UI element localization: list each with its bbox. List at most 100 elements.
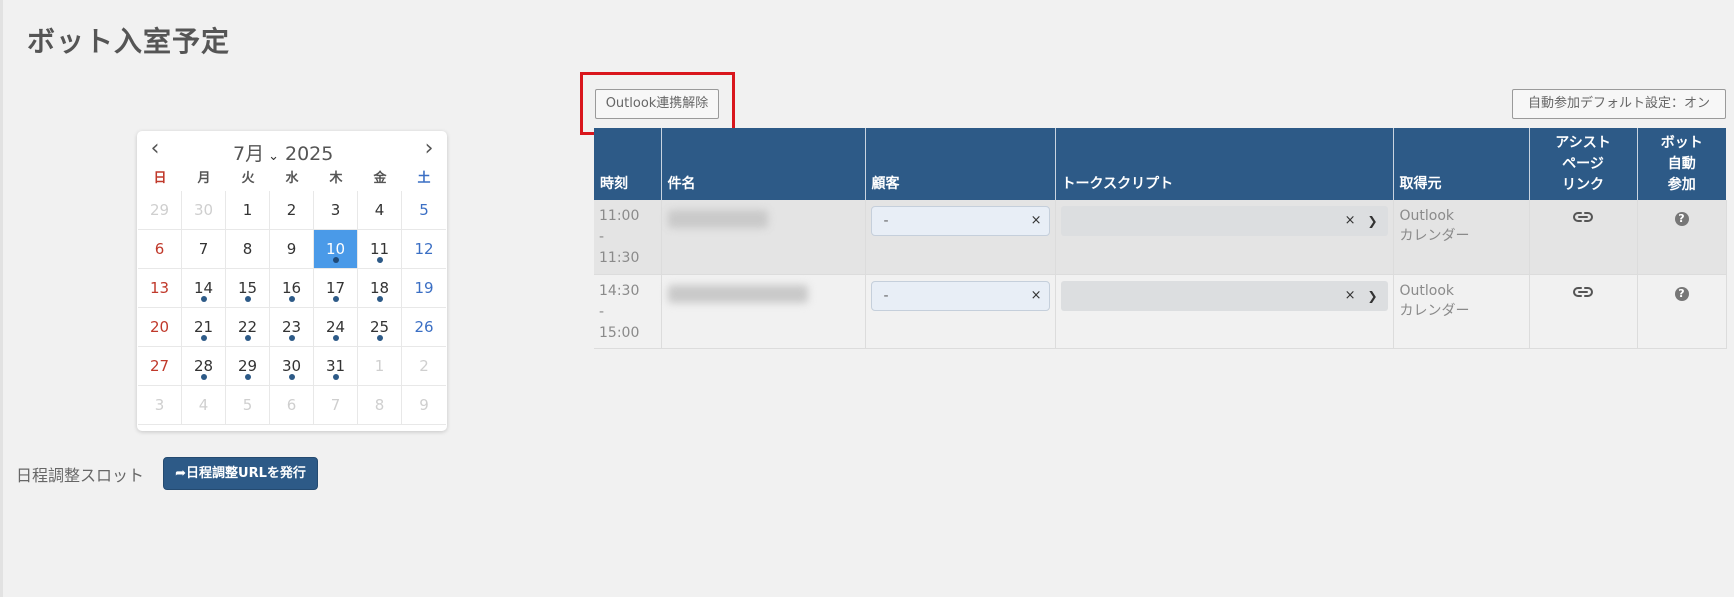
event-dot-icon xyxy=(200,296,207,302)
calendar-day[interactable]: 6 xyxy=(138,230,182,269)
chevron-down-icon: ⌄ xyxy=(268,149,279,164)
calendar-day[interactable]: 10 xyxy=(314,230,358,269)
clear-icon[interactable]: × xyxy=(1345,281,1356,311)
bot-auto-join-cell: ? xyxy=(1637,274,1727,349)
redacted-subject xyxy=(667,284,808,303)
event-dot-icon xyxy=(244,335,251,341)
issue-schedule-url-button[interactable]: ➦日程調整URLを発行 xyxy=(163,457,318,490)
time-cell: 14:30 - 15:00 xyxy=(594,274,662,349)
calendar-day[interactable]: 16 xyxy=(270,269,314,308)
calendar-day[interactable]: 1 xyxy=(226,191,270,230)
calendar-day-number: 10 xyxy=(325,240,346,258)
calendar-day-number: 30 xyxy=(193,201,214,219)
calendar-day[interactable]: 20 xyxy=(138,308,182,347)
calendar-day[interactable]: 18 xyxy=(358,269,402,308)
calendar-day[interactable]: 21 xyxy=(182,308,226,347)
calendar-day[interactable]: 14 xyxy=(182,269,226,308)
calendar-day[interactable]: 29 xyxy=(138,191,182,230)
question-icon[interactable]: ? xyxy=(1674,286,1689,301)
calendar-day[interactable]: 3 xyxy=(314,191,358,230)
time-cell: 11:00 - 11:30 xyxy=(594,200,662,275)
question-icon[interactable]: ? xyxy=(1674,212,1689,226)
calendar-day[interactable]: 2 xyxy=(270,191,314,230)
calendar-day[interactable]: 26 xyxy=(402,308,446,347)
calendar-day[interactable]: 11 xyxy=(358,230,402,269)
assist-link-cell xyxy=(1529,274,1638,349)
calendar-day[interactable]: 9 xyxy=(402,386,446,425)
calendar-day[interactable]: 7 xyxy=(182,230,226,269)
calendar-day-number: 4 xyxy=(374,201,385,219)
calendar-day[interactable]: 8 xyxy=(226,230,270,269)
calendar-day[interactable]: 6 xyxy=(270,386,314,425)
calendar-day-number: 13 xyxy=(149,279,170,297)
calendar-day[interactable]: 13 xyxy=(138,269,182,308)
calendar-day[interactable]: 9 xyxy=(270,230,314,269)
weekday-label: 金 xyxy=(373,171,387,186)
talk-script-select[interactable]: × ❯ xyxy=(1060,206,1388,236)
calendar-day[interactable]: 5 xyxy=(226,386,270,425)
calendar-day[interactable]: 31 xyxy=(314,347,358,386)
calendar-day[interactable]: 1 xyxy=(358,347,402,386)
calendar-day[interactable]: 27 xyxy=(138,347,182,386)
calendar-day-number: 30 xyxy=(281,357,302,375)
calendar-day[interactable]: 7 xyxy=(314,386,358,425)
link-icon[interactable] xyxy=(1573,286,1593,303)
calendar-day[interactable]: 29 xyxy=(226,347,270,386)
calendar-day[interactable]: 4 xyxy=(358,191,402,230)
chevron-down-icon: ❯ xyxy=(1367,214,1378,228)
clear-icon[interactable]: × xyxy=(1345,206,1356,236)
calendar-day-number: 21 xyxy=(193,318,214,336)
calendar-day-number: 5 xyxy=(242,396,253,414)
event-dot-icon xyxy=(332,296,339,302)
customer-select[interactable]: - × xyxy=(870,280,1050,311)
calendar-day[interactable]: 3 xyxy=(138,386,182,425)
subject-cell xyxy=(661,200,866,275)
event-dot-icon xyxy=(332,335,339,341)
outlook-disconnect-button[interactable]: Outlook連携解除 xyxy=(595,89,719,119)
calendar-day[interactable]: 2 xyxy=(402,347,446,386)
calendar-day[interactable]: 28 xyxy=(182,347,226,386)
clear-icon[interactable]: × xyxy=(1031,207,1042,235)
calendar-day[interactable]: 19 xyxy=(402,269,446,308)
calendar-day-number: 5 xyxy=(419,201,429,219)
auto-join-default-button[interactable]: 自動参加デフォルト設定：オン xyxy=(1512,89,1726,119)
customer-cell: - × xyxy=(865,200,1056,275)
calendar-day[interactable]: 17 xyxy=(314,269,358,308)
weekday-label: 水 xyxy=(285,171,299,186)
talk-script-select[interactable]: × ❯ xyxy=(1060,280,1388,311)
col-header-subject: 件名 xyxy=(661,128,866,200)
calendar-day[interactable]: 22 xyxy=(226,308,270,347)
weekday-label: 木 xyxy=(329,171,343,186)
col-header-bot-auto-join: ボット 自動 参加 xyxy=(1637,128,1726,200)
link-icon[interactable] xyxy=(1573,212,1593,228)
customer-select[interactable]: - × xyxy=(870,206,1050,236)
script-cell: × ❯ xyxy=(1055,200,1394,275)
calendar-day[interactable]: 5 xyxy=(402,191,446,230)
calendar-day-number: 8 xyxy=(374,396,385,414)
issue-schedule-url-label: 日程調整URLを発行 xyxy=(186,466,306,481)
calendar-day[interactable]: 15 xyxy=(226,269,270,308)
calendar-day[interactable]: 25 xyxy=(358,308,402,347)
clear-icon[interactable]: × xyxy=(1031,282,1042,310)
month-year-selector[interactable]: 7月 ⌄ 2025 xyxy=(233,139,333,166)
calendar-day[interactable]: 4 xyxy=(182,386,226,425)
page-title: ボット入室予定 xyxy=(27,25,231,58)
share-icon: ➦ xyxy=(175,466,187,481)
assist-link-cell xyxy=(1529,200,1638,275)
calendar-day[interactable]: 30 xyxy=(182,191,226,230)
prev-month-icon[interactable]: ‹ xyxy=(143,137,167,161)
calendar-day[interactable]: 30 xyxy=(270,347,314,386)
event-dot-icon xyxy=(244,296,251,302)
calendar-day[interactable]: 12 xyxy=(402,230,446,269)
calendar-day[interactable]: 23 xyxy=(270,308,314,347)
next-month-icon[interactable]: › xyxy=(417,137,441,161)
schedule-slot-label: 日程調整スロット xyxy=(16,466,145,485)
calendar-day[interactable]: 24 xyxy=(314,308,358,347)
weekday-label: 土 xyxy=(417,171,431,186)
bot-auto-join-cell: ? xyxy=(1637,200,1727,275)
calendar-day-number: 25 xyxy=(369,318,390,336)
calendar-day[interactable]: 8 xyxy=(358,386,402,425)
calendar-day-number: 27 xyxy=(149,357,170,375)
calendar-day-number: 8 xyxy=(242,240,253,258)
calendar-day-number: 9 xyxy=(286,240,297,258)
